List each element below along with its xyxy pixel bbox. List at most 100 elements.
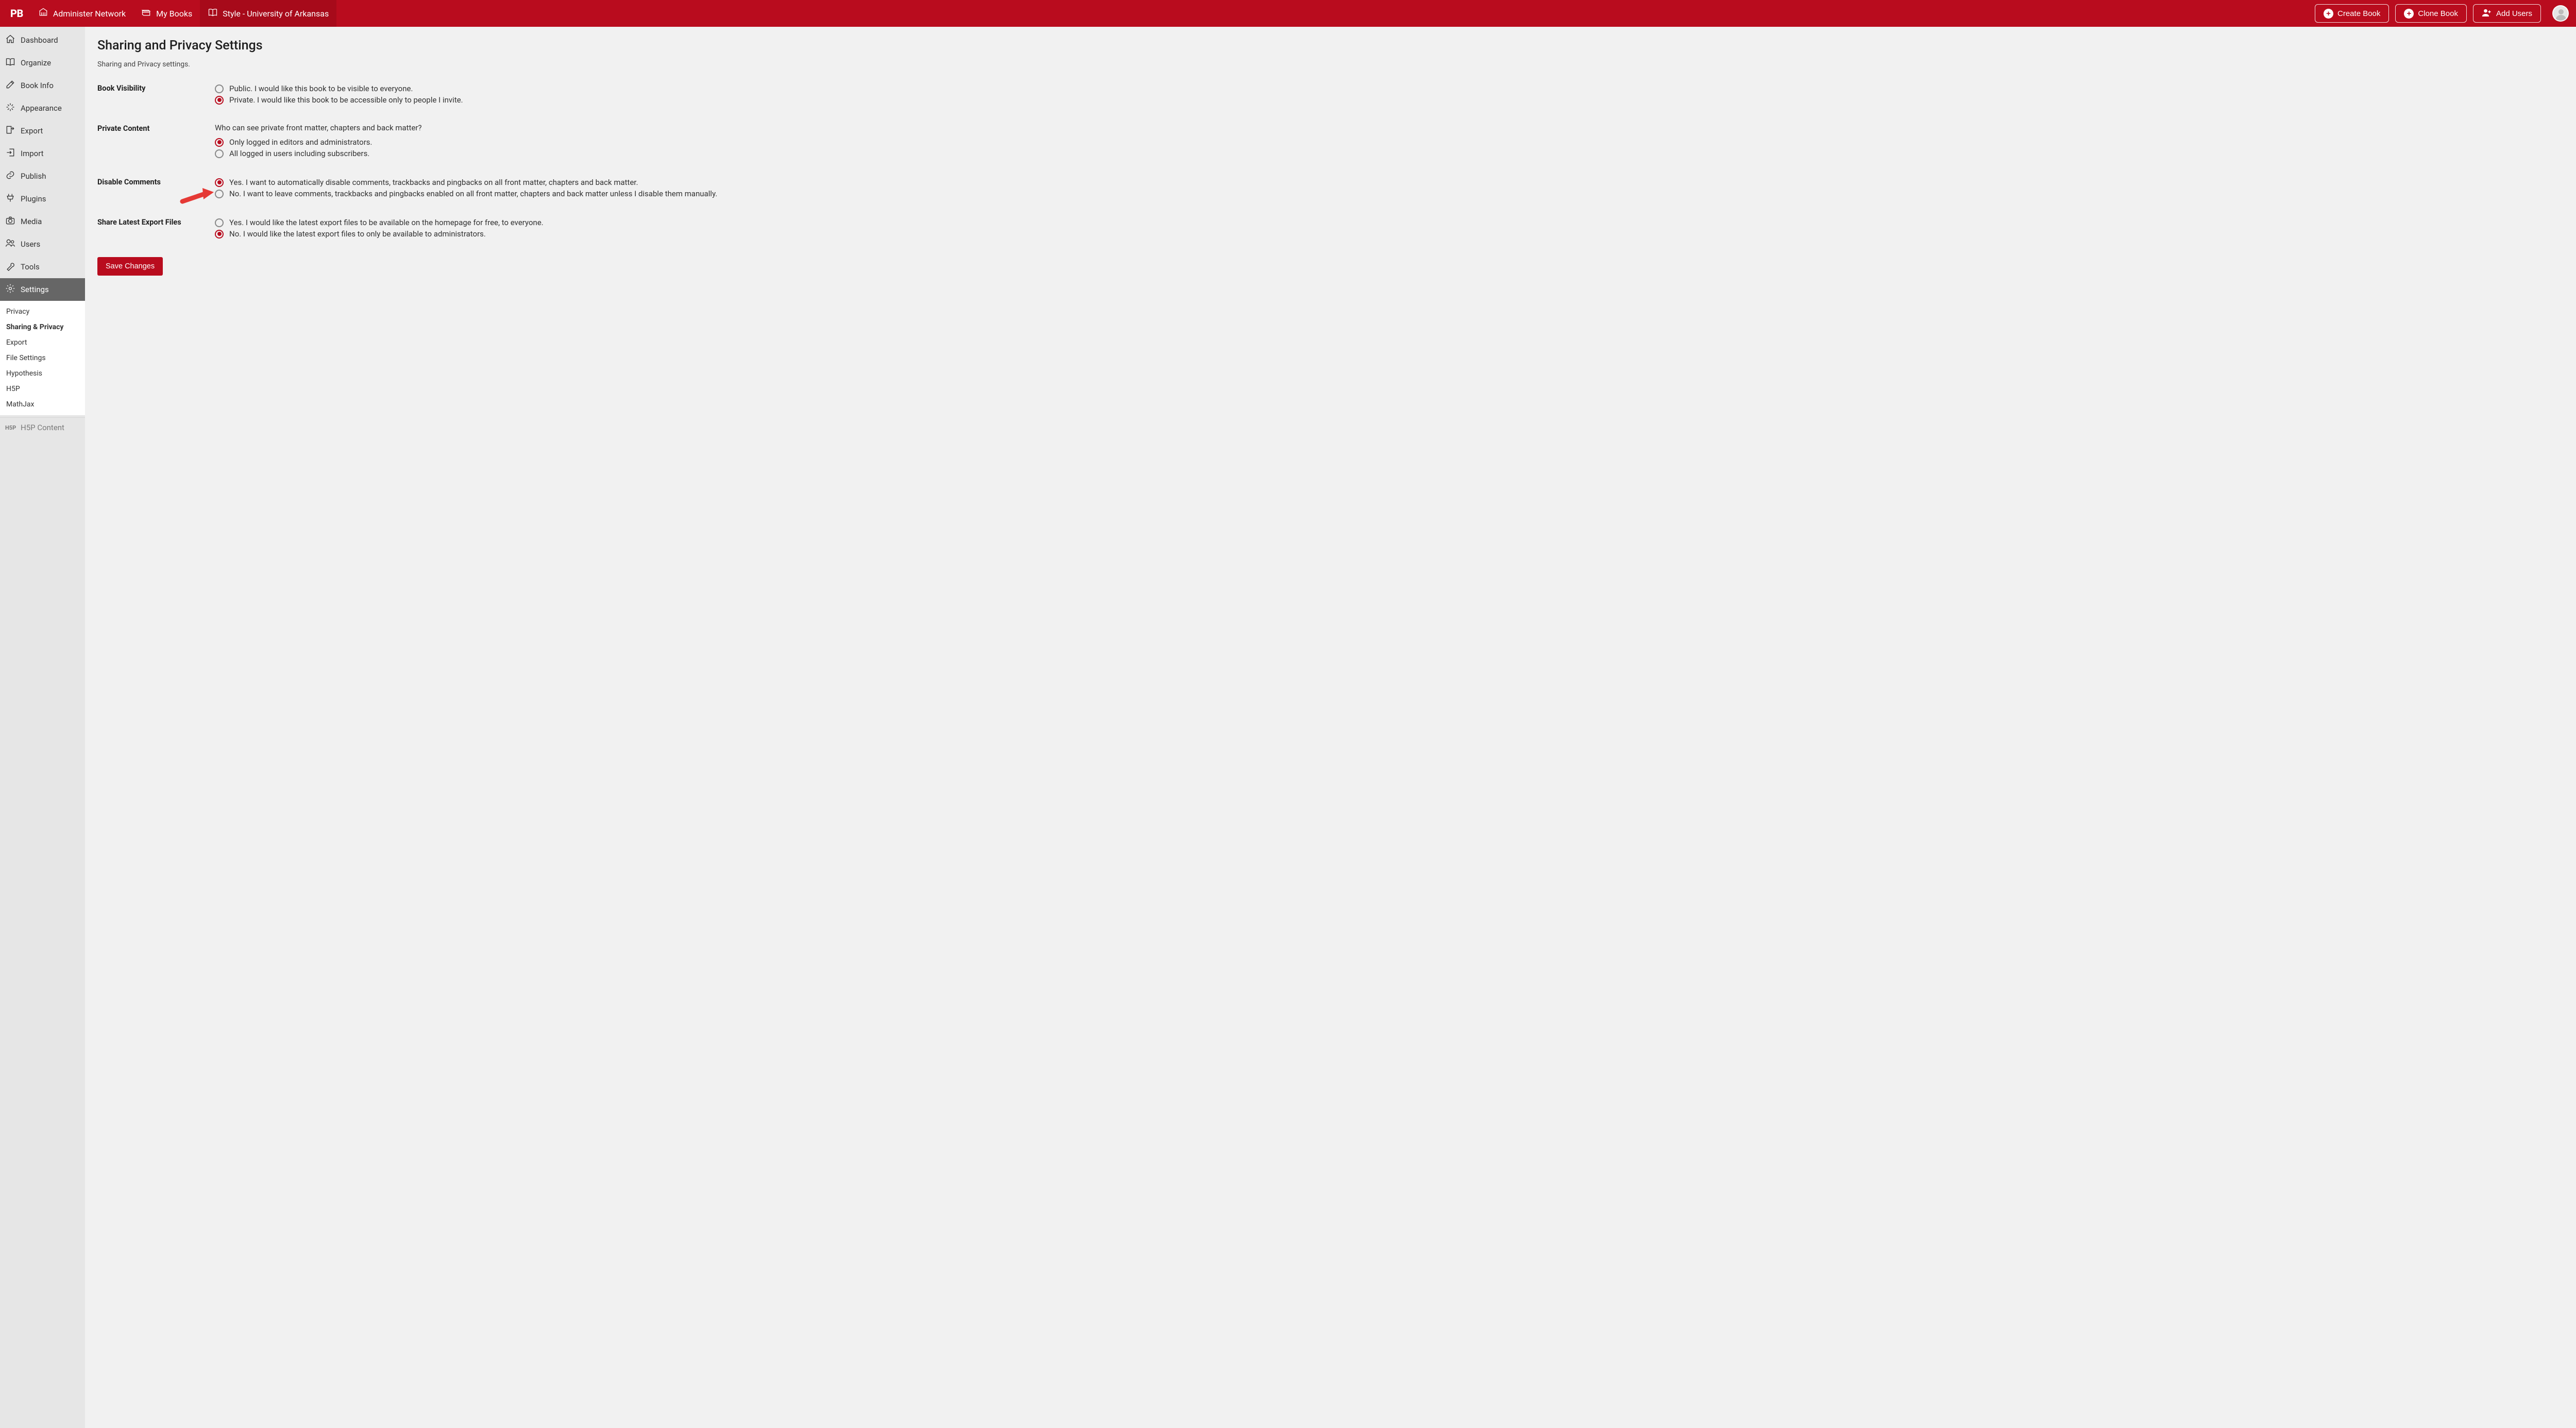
main-content: Sharing and Privacy Settings Sharing and…: [85, 27, 2576, 1428]
option-label: Yes. I want to automatically disable com…: [229, 178, 638, 187]
sidebar-item-tools[interactable]: Tools: [0, 256, 85, 278]
users-icon: [5, 238, 15, 250]
add-users-button[interactable]: Add Users: [2473, 4, 2541, 23]
add-user-icon: [2482, 8, 2492, 19]
sidebar-item-label: Tools: [21, 262, 40, 271]
submenu-privacy[interactable]: Privacy: [0, 304, 85, 319]
sidebar-item-plugins[interactable]: Plugins: [0, 188, 85, 210]
sidebar-item-label: H5P Content: [21, 423, 64, 432]
user-avatar[interactable]: [2552, 5, 2569, 22]
submenu-sharing-privacy[interactable]: Sharing & Privacy: [0, 319, 85, 335]
option-disable-comments-no[interactable]: No. I want to leave comments, trackbacks…: [215, 188, 2564, 199]
sidebar-item-export[interactable]: Export: [0, 120, 85, 142]
topbar-right: + Create Book + Clone Book Add Users: [2315, 4, 2569, 23]
clone-book-button[interactable]: + Clone Book: [2395, 4, 2467, 23]
plug-icon: [5, 193, 15, 205]
sidebar-item-label: Appearance: [21, 104, 62, 113]
nav-current-book[interactable]: Style - University of Arkansas: [200, 0, 336, 27]
wrench-icon: [5, 261, 15, 273]
books-stack-icon: [141, 7, 151, 20]
sidebar-item-label: Publish: [21, 172, 46, 181]
sidebar-item-dashboard[interactable]: Dashboard: [0, 27, 85, 52]
sidebar: Dashboard Organize Book Info Appearance …: [0, 27, 85, 1428]
button-label: Create Book: [2337, 9, 2380, 18]
section-label: Share Latest Export Files: [97, 217, 215, 227]
open-book-icon: [5, 57, 15, 69]
save-changes-button[interactable]: Save Changes: [97, 257, 163, 276]
sidebar-item-appearance[interactable]: Appearance: [0, 97, 85, 120]
sidebar-item-settings[interactable]: Settings: [0, 278, 85, 301]
edit-icon: [5, 79, 15, 92]
sidebar-item-label: Export: [21, 126, 43, 135]
submenu-export[interactable]: Export: [0, 335, 85, 350]
plus-circle-icon: +: [2324, 9, 2333, 19]
option-share-exports-yes[interactable]: Yes. I would like the latest export file…: [215, 217, 2564, 228]
nav-administer-network[interactable]: Administer Network: [30, 0, 133, 27]
sidebar-item-import[interactable]: Import: [0, 142, 85, 165]
nav-item-label: Administer Network: [53, 9, 126, 19]
radio-icon[interactable]: [215, 230, 224, 239]
option-label: Only logged in editors and administrator…: [229, 138, 372, 147]
plus-circle-icon: +: [2404, 9, 2414, 19]
sidebar-item-h5p-content[interactable]: H5P H5P Content: [0, 417, 85, 437]
sidebar-item-publish[interactable]: Publish: [0, 165, 85, 188]
submenu-file-settings[interactable]: File Settings: [0, 350, 85, 366]
sidebar-item-media[interactable]: Media: [0, 210, 85, 233]
sidebar-item-label: Settings: [21, 285, 49, 294]
create-book-button[interactable]: + Create Book: [2315, 4, 2389, 23]
option-label: No. I want to leave comments, trackbacks…: [229, 189, 717, 198]
nav-my-books[interactable]: My Books: [133, 0, 200, 27]
radio-icon[interactable]: [215, 138, 224, 147]
h5p-icon: H5P: [5, 424, 15, 431]
settings-submenu: Privacy Sharing & Privacy Export File Se…: [0, 301, 85, 415]
nav-item-label: Style - University of Arkansas: [223, 9, 329, 19]
page-description: Sharing and Privacy settings.: [97, 60, 2564, 69]
link-icon: [5, 170, 15, 182]
section-label: Book Visibility: [97, 83, 215, 93]
option-label: All logged in users including subscriber…: [229, 149, 369, 158]
sidebar-item-label: Book Info: [21, 81, 54, 90]
radio-icon[interactable]: [215, 190, 224, 198]
section-share-exports: Share Latest Export Files Yes. I would l…: [97, 217, 2564, 240]
export-icon: [5, 125, 15, 137]
sidebar-item-label: Users: [21, 240, 40, 249]
option-disable-comments-yes[interactable]: Yes. I want to automatically disable com…: [215, 177, 2564, 188]
section-book-visibility: Book Visibility Public. I would like thi…: [97, 83, 2564, 106]
section-helper: Who can see private front matter, chapte…: [215, 123, 2564, 132]
option-private-editors[interactable]: Only logged in editors and administrator…: [215, 137, 2564, 148]
bank-icon: [38, 7, 48, 20]
sparkle-icon: [5, 102, 15, 114]
radio-icon[interactable]: [215, 84, 224, 93]
sidebar-item-users[interactable]: Users: [0, 233, 85, 256]
option-private-all[interactable]: All logged in users including subscriber…: [215, 148, 2564, 159]
button-label: Clone Book: [2418, 9, 2458, 18]
submenu-mathjax[interactable]: MathJax: [0, 397, 85, 412]
sidebar-item-label: Plugins: [21, 194, 46, 203]
option-visibility-public[interactable]: Public. I would like this book to be vis…: [215, 83, 2564, 94]
home-icon: [5, 34, 15, 46]
radio-icon[interactable]: [215, 149, 224, 158]
radio-icon[interactable]: [215, 218, 224, 227]
page-title: Sharing and Privacy Settings: [97, 38, 2564, 53]
option-visibility-private[interactable]: Private. I would like this book to be ac…: [215, 94, 2564, 106]
radio-icon[interactable]: [215, 178, 224, 187]
sidebar-item-organize[interactable]: Organize: [0, 52, 85, 74]
option-share-exports-no[interactable]: No. I would like the latest export files…: [215, 228, 2564, 240]
nav-item-label: My Books: [156, 9, 192, 19]
submenu-hypothesis[interactable]: Hypothesis: [0, 366, 85, 381]
sidebar-item-label: Media: [21, 217, 42, 226]
section-private-content: Private Content Who can see private fron…: [97, 123, 2564, 159]
option-label: Yes. I would like the latest export file…: [229, 218, 544, 227]
sidebar-item-label: Organize: [21, 58, 51, 67]
radio-icon[interactable]: [215, 96, 224, 105]
section-label: Private Content: [97, 123, 215, 133]
import-icon: [5, 147, 15, 160]
camera-icon: [5, 215, 15, 228]
topbar-left: PB Administer Network My Books Style - U…: [7, 0, 336, 27]
option-label: Private. I would like this book to be ac…: [229, 95, 463, 105]
brand-logo[interactable]: PB: [7, 7, 30, 20]
sidebar-item-label: Import: [21, 149, 44, 158]
submenu-h5p[interactable]: H5P: [0, 381, 85, 397]
section-disable-comments: Disable Comments Yes. I want to automati…: [97, 177, 2564, 199]
sidebar-item-book-info[interactable]: Book Info: [0, 74, 85, 97]
